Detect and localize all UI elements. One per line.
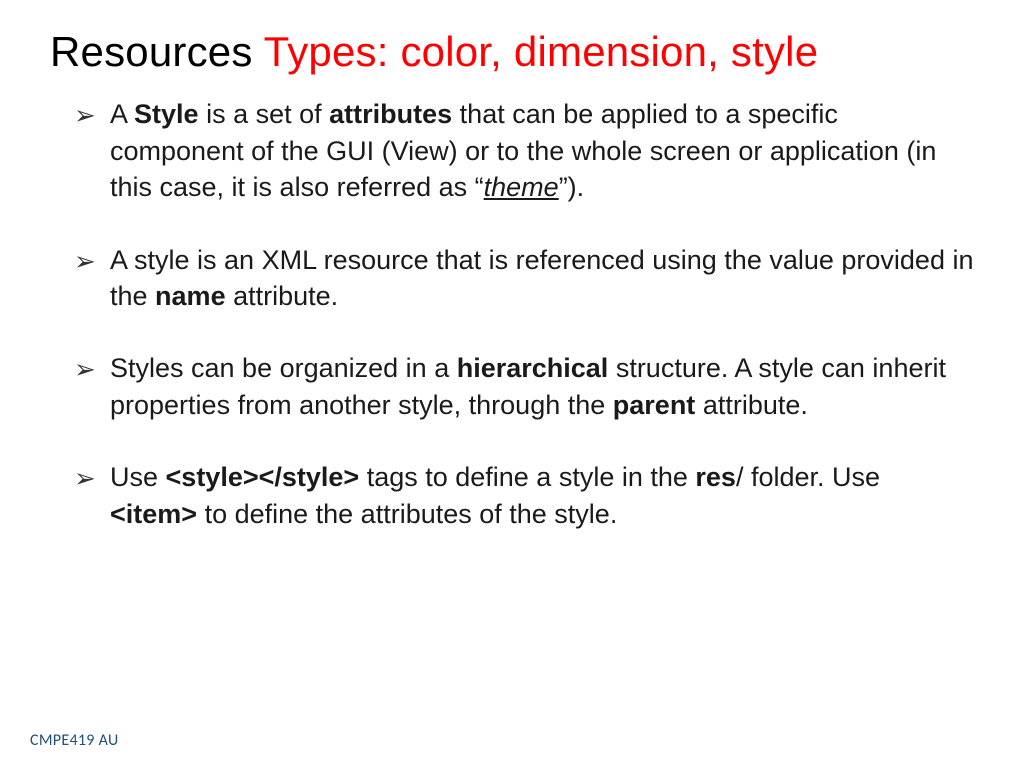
bold-name: name: [155, 281, 226, 311]
bold-hierarchical: hierarchical: [457, 353, 609, 383]
slide-title: Resources Types: color, dimension, style: [50, 28, 974, 76]
title-black: Resources: [50, 28, 264, 75]
bullet-4: Use <style></style> tags to define a sty…: [80, 459, 974, 532]
text: attribute.: [226, 281, 339, 311]
text: tags to define a style in the: [359, 462, 695, 492]
bold-attributes: attributes: [329, 99, 452, 129]
bold-style-tags: <style></style>: [166, 462, 360, 492]
bullet-2: A style is an XML resource that is refer…: [80, 242, 974, 315]
bullet-3: Styles can be organized in a hierarchica…: [80, 350, 974, 423]
text: / folder. Use: [736, 462, 880, 492]
bullet-1: A Style is a set of attributes that can …: [80, 96, 974, 205]
bold-res: res: [695, 462, 736, 492]
text: is a set of: [199, 99, 330, 129]
bold-parent: parent: [613, 390, 696, 420]
title-red: Types: color, dimension, style: [264, 28, 819, 75]
text: ”).: [559, 172, 584, 202]
bold-item-tag: <item>: [110, 499, 197, 529]
bold-style: Style: [134, 99, 199, 129]
bullet-list: A Style is a set of attributes that can …: [50, 96, 974, 532]
text: to define the attributes of the style.: [197, 499, 617, 529]
text: Styles can be organized in a: [110, 353, 457, 383]
text: attribute.: [695, 390, 808, 420]
footer-course-code: CMPE419 AU: [30, 731, 119, 750]
text: Use: [110, 462, 166, 492]
text: A: [110, 99, 134, 129]
slide: Resources Types: color, dimension, style…: [0, 0, 1024, 768]
italic-underline-theme: theme: [484, 172, 559, 202]
